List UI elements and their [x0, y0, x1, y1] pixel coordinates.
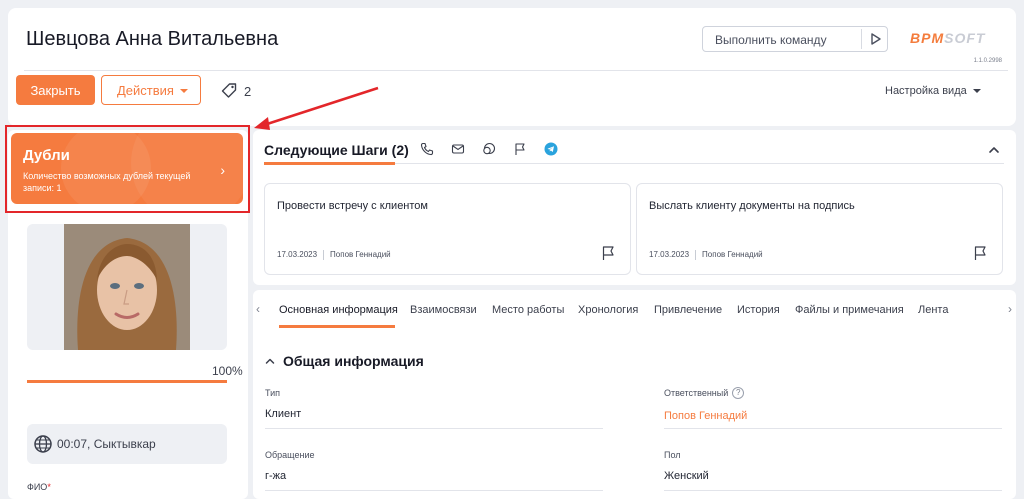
next-step-text: Выслать клиенту документы на подпись — [649, 200, 855, 212]
tab-history[interactable]: История — [737, 304, 780, 316]
telegram-icon[interactable] — [544, 142, 558, 156]
field-underline — [664, 428, 1002, 429]
main-info-panel: ‹ Основная информация Взаимосвязи Место … — [253, 290, 1016, 499]
general-info-title: Общая информация — [283, 353, 424, 369]
tabs-scroll-left-icon[interactable]: ‹ — [256, 302, 260, 316]
bpmsoft-logo: BPMSOFT — [910, 30, 985, 46]
field-underline — [265, 428, 603, 429]
contact-photo[interactable] — [64, 224, 190, 350]
view-settings-label: Настройка вида — [885, 85, 967, 97]
chevron-up-icon[interactable] — [988, 144, 1000, 156]
type-label: Тип — [265, 388, 281, 398]
flag-icon[interactable] — [513, 142, 527, 156]
command-placeholder[interactable]: Выполнить команду — [715, 33, 827, 47]
tag-count: 2 — [244, 83, 252, 99]
actions-button[interactable]: Действия — [101, 75, 201, 105]
tab-engagement[interactable]: Привлечение — [654, 304, 722, 316]
next-step-meta: 17.03.2023 Попов Геннадий — [277, 250, 391, 260]
mail-icon[interactable] — [451, 142, 465, 156]
flag-icon[interactable] — [972, 245, 988, 261]
tab-workplace[interactable]: Место работы — [492, 304, 564, 316]
next-steps-underline — [264, 162, 395, 165]
chevron-down-icon — [972, 89, 981, 93]
meta-divider — [695, 250, 697, 260]
phone-icon[interactable] — [420, 142, 434, 156]
tag-icon — [221, 83, 237, 98]
close-button[interactable]: Закрыть — [16, 75, 95, 105]
profile-completeness-bar — [27, 380, 227, 383]
next-step-card[interactable]: Выслать клиенту документы на подпись 17.… — [636, 183, 1003, 275]
next-step-meta: 17.03.2023 Попов Геннадий — [649, 250, 763, 260]
salutation-field[interactable]: г-жа — [265, 470, 286, 482]
next-step-text: Провести встречу с клиентом — [277, 200, 428, 212]
chevron-down-icon — [180, 89, 188, 93]
tabs-scroll-right-icon[interactable]: › — [1008, 302, 1012, 316]
field-underline — [265, 490, 603, 491]
version-label: 1.1.0.2998 — [973, 58, 1002, 64]
tab-timeline[interactable]: Хронология — [578, 304, 638, 316]
chevron-up-icon — [265, 358, 275, 364]
record-header: Шевцова Анна Витальевна Выполнить команд… — [8, 8, 1016, 126]
command-divider — [861, 29, 862, 49]
next-step-date: 17.03.2023 — [649, 250, 690, 259]
next-steps-panel: Следующие Шаги (2) Провести встречу с кл… — [253, 130, 1016, 285]
profile-completeness-label: 100% — [212, 364, 243, 378]
portrait-image — [64, 224, 190, 350]
tab-feed[interactable]: Лента — [918, 304, 948, 316]
owner-label: Ответственный — [664, 388, 729, 398]
flag-icon[interactable] — [600, 245, 616, 261]
type-field[interactable]: Клиент — [265, 408, 301, 420]
header-divider — [24, 70, 1008, 71]
globe-icon — [34, 435, 52, 453]
next-step-owner: Попов Геннадий — [702, 250, 763, 259]
next-step-owner: Попов Геннадий — [330, 250, 391, 259]
fio-field-label: ФИО* — [27, 482, 51, 492]
meta-divider — [323, 250, 325, 260]
logo-accent: SOFT — [944, 30, 986, 46]
tab-relations[interactable]: Взаимосвязи — [410, 304, 477, 316]
actions-label: Действия — [117, 82, 174, 98]
owner-label-row: Ответственный ? — [664, 387, 745, 399]
active-tab-indicator — [279, 325, 395, 328]
fio-label-text: ФИО — [27, 482, 48, 492]
duplicates-highlight-frame — [5, 125, 250, 213]
tags-button[interactable]: 2 — [220, 82, 251, 100]
help-icon[interactable]: ? — [732, 387, 745, 399]
next-steps-actions — [420, 142, 558, 156]
time-location: 00:07, Сыктывкар — [57, 437, 156, 451]
next-steps-title[interactable]: Следующие Шаги (2) — [264, 142, 409, 158]
gender-label: Пол — [664, 450, 681, 460]
chat-icon[interactable] — [482, 142, 496, 156]
tab-main-info[interactable]: Основная информация — [279, 304, 398, 316]
logo-main: BPM — [910, 30, 945, 46]
play-icon[interactable] — [869, 32, 883, 46]
page-title: Шевцова Анна Витальевна — [26, 28, 279, 50]
view-settings-button[interactable]: Настройка вида — [885, 85, 981, 97]
next-step-card[interactable]: Провести встречу с клиентом 17.03.2023 П… — [264, 183, 631, 275]
general-info-header[interactable]: Общая информация — [265, 353, 424, 369]
tab-files-notes[interactable]: Файлы и примечания — [795, 304, 904, 316]
required-mark: * — [47, 482, 51, 492]
field-underline — [664, 490, 1002, 491]
gender-field[interactable]: Женский — [664, 470, 709, 482]
profile-completeness-fill — [27, 380, 227, 383]
photo-container — [27, 224, 227, 350]
next-step-date: 17.03.2023 — [277, 250, 318, 259]
command-input[interactable]: Выполнить команду — [702, 26, 888, 52]
salutation-label: Обращение — [265, 450, 315, 460]
owner-field[interactable]: Попов Геннадий — [664, 410, 747, 422]
timezone-box: 00:07, Сыктывкар — [27, 424, 227, 464]
tab-bar: ‹ Основная информация Взаимосвязи Место … — [253, 290, 1016, 328]
